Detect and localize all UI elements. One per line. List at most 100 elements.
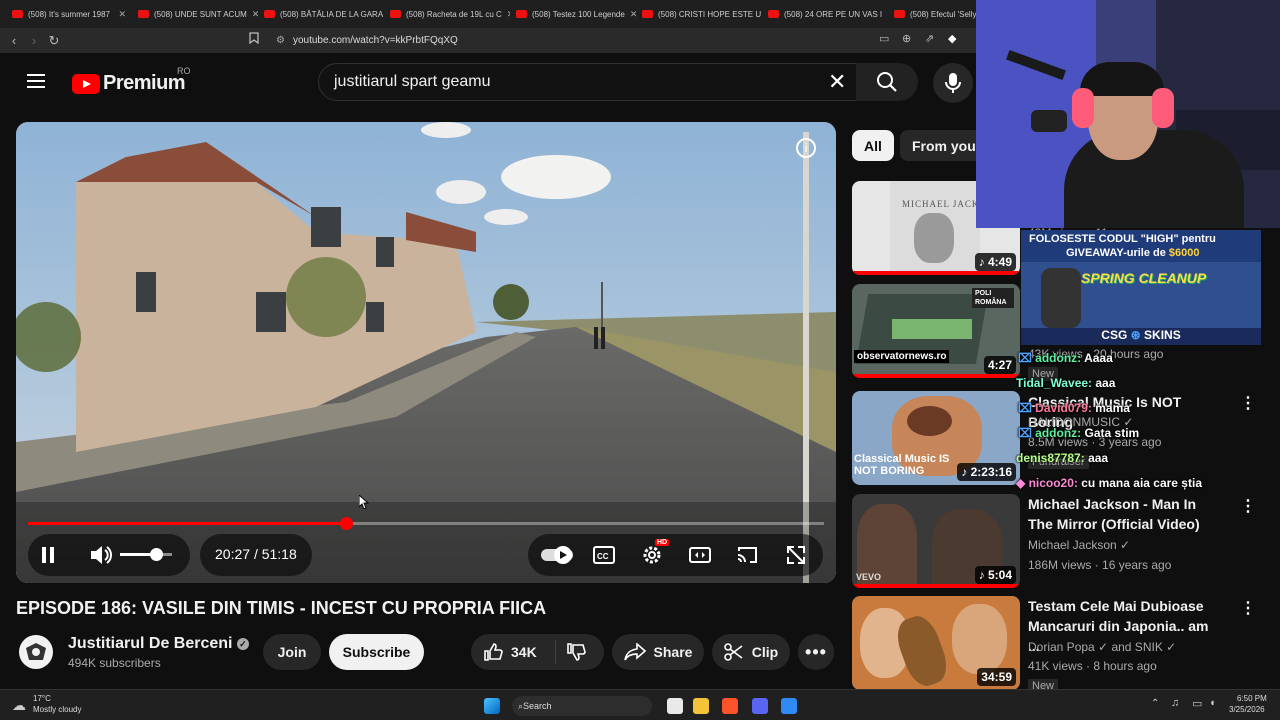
dislike-button[interactable] [556,642,586,662]
voice-search-button[interactable] [933,63,973,103]
headphone-left [1072,88,1094,128]
app-icon[interactable] [781,698,797,714]
progress-bar[interactable] [28,517,824,530]
subscribe-button[interactable]: Subscribe [329,634,424,670]
forward-icon[interactable]: › [24,33,44,48]
chip-from-your[interactable]: From your [900,130,976,161]
speaker-tray-icon[interactable]: ♫ [1171,697,1179,709]
autoplay-toggle[interactable] [540,546,573,564]
like-button[interactable]: 34K [471,640,556,664]
video-thumbnail[interactable]: 34:59 [852,596,1020,690]
cast-button[interactable] [735,544,759,566]
file-explorer-icon[interactable] [693,698,709,714]
thumb-text: VEVO [856,572,882,582]
subscriber-count: 494K subscribers [68,656,161,670]
site-settings-icon[interactable]: ⚙ [276,35,285,46]
fullscreen-icon [787,546,805,564]
chat-message: Tidal_Wavee: aaa [1016,376,1280,390]
channel-avatar[interactable] [19,635,53,669]
browser-tab[interactable]: (508) CRISTI HOPE ESTE U✕ [636,0,762,28]
video-frame [16,122,836,583]
info-icon[interactable]: i [796,138,816,158]
brave-browser-icon[interactable] [722,698,738,714]
promo-text: GIVEAWAY-urile de [1066,247,1166,259]
browser-tab[interactable]: (508) Testez 100 Legende ✕ [510,0,636,28]
pause-button[interactable] [36,543,60,567]
tray-chevron-icon[interactable]: ⌃ [1151,698,1159,709]
chat-user: David079: [1035,401,1092,415]
temperature: 17°C [33,694,51,703]
youtube-premium-logo[interactable]: Premium [72,72,186,95]
duration-text: 4:27 [987,358,1012,372]
music-note-icon: ♪ [961,465,971,479]
current-time: 20:27 [215,546,251,562]
weather-text: Mostly cloudy [33,705,82,714]
search-input[interactable]: justitiarul spart geamu [318,63,858,101]
video-meta: 41K views · 8 hours ago [1028,659,1157,673]
zoom-icon[interactable]: ⊕ [902,32,911,45]
thumb-food [891,611,953,690]
chat-message: ◆ nicoo20: cu mana aia care știa [1016,476,1280,490]
task-view-icon[interactable] [667,698,683,714]
start-icon[interactable] [484,698,500,714]
volume-slider[interactable] [120,548,172,561]
captions-button[interactable]: CC [592,544,616,566]
more-actions-button[interactable]: ••• [798,634,834,670]
promo-line-1: FOLOSESTE CODUL "HIGH" pentru [1029,233,1216,245]
fullscreen-button[interactable] [784,543,808,567]
video-thumbnail[interactable]: POLI ROMÂNA observatornews.ro 4:27 [852,284,1020,378]
chat-text: aaa [1088,451,1109,465]
close-tab-icon[interactable]: ✕ [118,9,126,20]
share-button[interactable]: Share [612,634,704,670]
tab-title: (508) It's summer 1987 [28,9,111,19]
recommendation-item[interactable]: 34:59 Testam Cele Mai Dubioase Mancaruri… [852,596,1256,693]
join-button[interactable]: Join [263,634,321,670]
browser-tab[interactable]: (508) Racheta de 19L cu C✕ [384,0,510,28]
mute-button[interactable] [88,543,114,567]
more-options-icon[interactable]: ⋮ [1240,496,1256,516]
reader-mode-icon[interactable]: ▭ [879,32,889,45]
settings-button[interactable]: HD [639,539,670,567]
channel-name[interactable]: Justitiarul De Berceni ✓ [68,635,249,653]
network-icon[interactable]: ▭ [1192,697,1202,710]
chat-text: aaa [1095,376,1116,390]
taskbar-search[interactable]: ⌕ Search [512,696,652,716]
scrubber-handle[interactable] [339,517,353,530]
share-page-icon[interactable]: ⇗ [925,32,934,45]
volume-tray-icon[interactable]: ◖ [1209,697,1216,709]
video-thumbnail[interactable]: VEVO ♪ 5:04 [852,494,1020,588]
tab-title: (508) Testez 100 Legende [532,9,625,19]
video-meta: 186M views · 16 years ago [1028,558,1172,572]
tab-title: (508) BĂTĂLIA DE LA GARA [280,9,384,19]
address-bar[interactable]: ⚙ youtube.com/watch?v=kkPrbtFQqXQ [244,31,974,50]
tab-title: (508) CRISTI HOPE ESTE U [658,9,762,19]
promo-amount: $6000 [1168,247,1200,259]
recommendation-item[interactable]: VEVO ♪ 5:04 Michael Jackson - Man In The… [852,494,1256,588]
theater-mode-button[interactable] [688,544,712,566]
more-horizontal-icon: ••• [805,641,827,662]
browser-tab[interactable]: (508) 24 ORE PE UN VAS I✕ [762,0,888,28]
more-options-icon[interactable]: ⋮ [1240,598,1256,618]
clear-search-icon[interactable]: ✕ [828,69,846,95]
menu-icon[interactable] [27,74,45,88]
search-button[interactable] [856,63,918,101]
gear-icon [643,546,661,564]
clip-button[interactable]: Clip [712,634,790,670]
clock-date[interactable]: 3/25/2026 [1229,705,1265,714]
browser-tab[interactable]: (508) UNDE SUNT ACUM ✕ [132,0,258,28]
brave-shield-icon[interactable]: ◆ [948,32,956,45]
sponsor-overlay: FOLOSESTE CODUL "HIGH" pentru GIVEAWAY-u… [1021,230,1261,345]
clock-time[interactable]: 6:50 PM [1237,694,1267,703]
video-thumbnail[interactable]: Classical Music IS NOT BORING ♪ 2:23:16 [852,391,1020,485]
discord-icon[interactable] [752,698,768,714]
reload-icon[interactable]: ↻ [44,33,64,49]
video-player[interactable]: i 20:27 / 51:18 CC HD [16,122,836,583]
back-icon[interactable]: ‹ [4,33,24,48]
time-readout: 20:27 / 51:18 [215,546,297,562]
browser-tab[interactable]: (508) BĂTĂLIA DE LA GARA✕ [258,0,384,28]
browser-tab[interactable]: (508) It's summer 1987 ✕ [6,0,132,28]
chip-all[interactable]: All [852,130,894,161]
region-label: RO [177,66,191,76]
theater-icon [689,547,711,563]
clip-label: Clip [751,644,779,660]
